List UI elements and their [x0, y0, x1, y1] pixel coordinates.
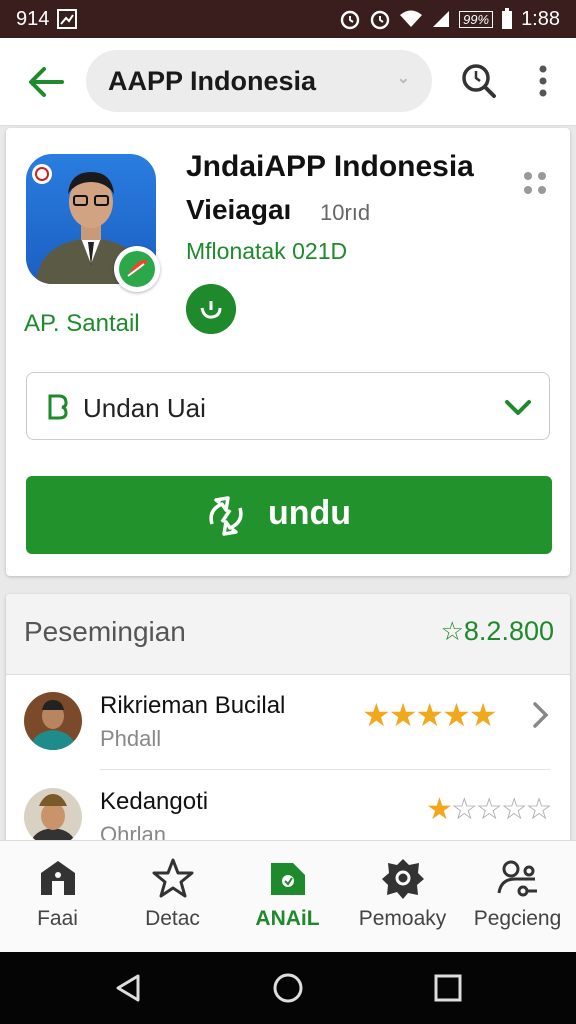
status-time: 1:88	[521, 7, 560, 30]
reviews-header: Pesemingian ☆8.2.800	[6, 594, 570, 675]
home-circle-icon[interactable]	[272, 972, 304, 1004]
dropdown-label: Undan Uai	[83, 393, 206, 423]
battery-icon	[502, 8, 513, 29]
signal-icon	[433, 11, 450, 27]
avatar	[24, 692, 82, 750]
app-version: 10rıd	[320, 200, 371, 225]
install-label: undu	[268, 494, 352, 532]
chevron-down-icon: ⌄	[396, 70, 410, 87]
badge-icon	[382, 859, 424, 899]
apps-tag-icon	[271, 863, 305, 895]
top-app-bar: AAPP Indonesia ⌄	[0, 38, 576, 126]
search-field[interactable]: AAPP Indonesia ⌄	[86, 50, 432, 112]
chevron-down-icon	[505, 400, 531, 415]
nav-label: Faai	[37, 907, 78, 930]
nav-item-pegcieng[interactable]: Pegcieng	[460, 841, 575, 953]
nav-label: Detac	[145, 907, 200, 930]
nav-item-apps[interactable]: ANAiL	[230, 841, 345, 953]
bottom-navigation: Faai Detac ANAiL Pemoaky Pegcieng	[0, 840, 576, 953]
avatar	[24, 788, 82, 846]
app-title: JndaiAPP Indonesia	[186, 150, 474, 183]
chevron-right-icon[interactable]	[530, 700, 550, 730]
status-bar: 914 99% 1:88	[0, 0, 576, 38]
install-button[interactable]: undu	[26, 476, 552, 554]
nav-label: ANAiL	[255, 907, 320, 930]
nav-label: Pegcieng	[473, 907, 562, 930]
reviewer-name: Kedangoti	[100, 788, 209, 815]
image-icon	[57, 9, 78, 29]
nav-item-home[interactable]: Faai	[0, 841, 115, 953]
more-vert-icon[interactable]	[528, 60, 558, 102]
search-text: AAPP Indonesia	[108, 65, 317, 96]
rating-stars: ★☆☆☆☆	[426, 793, 552, 826]
account-settings-icon	[497, 860, 537, 897]
reviewer-subtext: Phdall	[100, 726, 162, 751]
reviews-count[interactable]: ☆8.2.800	[441, 616, 554, 647]
app-subtitle: Vieiagaı	[186, 194, 292, 225]
status-left-text: 914	[16, 7, 50, 30]
play-badge-icon	[186, 284, 236, 334]
app-detail-card: AP. Santail JndaiAPP Indonesia Vieiagaı …	[6, 128, 570, 576]
home-icon	[41, 861, 75, 895]
review-item[interactable]: Rikrieman Bucilal Phdall ★★★★★	[6, 674, 570, 770]
developer-label[interactable]: AP. Santail	[24, 310, 140, 338]
reviewer-name: Rikrieman Bucilal	[100, 692, 286, 719]
nav-label: Pemoaky	[358, 907, 447, 930]
verified-badge-icon	[114, 246, 160, 292]
alarm-icon	[370, 10, 390, 30]
reviews-card: Pesemingian ☆8.2.800 Rikrieman Bucilal P…	[6, 594, 570, 854]
wifi-icon	[400, 10, 423, 27]
back-triangle-icon[interactable]	[112, 972, 144, 1004]
system-navigation-bar	[0, 952, 576, 1024]
star-icon	[152, 858, 194, 898]
sync-icon	[209, 496, 243, 536]
search-icon[interactable]	[458, 60, 500, 102]
reviewer-photo-icon	[24, 788, 82, 846]
nav-item-detail[interactable]: Detac	[115, 841, 230, 953]
version-dropdown[interactable]: Undan Uai	[26, 372, 550, 440]
nav-item-pemoaky[interactable]: Pemoaky	[345, 841, 460, 953]
reviewer-photo-icon	[24, 692, 82, 750]
more-dots-icon[interactable]	[520, 168, 550, 198]
alarm-icon	[340, 10, 360, 30]
app-publisher[interactable]: Mflonatak 021D	[186, 238, 347, 265]
rating-stars: ★★★★★	[362, 697, 497, 733]
back-arrow-icon[interactable]	[26, 64, 66, 100]
recents-square-icon[interactable]	[432, 972, 464, 1004]
reviews-title: Pesemingian	[24, 616, 186, 647]
device-icon	[48, 394, 68, 420]
battery-label: 99%	[459, 10, 494, 28]
star-outline-icon: ☆	[440, 616, 464, 646]
reviews-count-value: 8.2.800	[463, 616, 554, 646]
